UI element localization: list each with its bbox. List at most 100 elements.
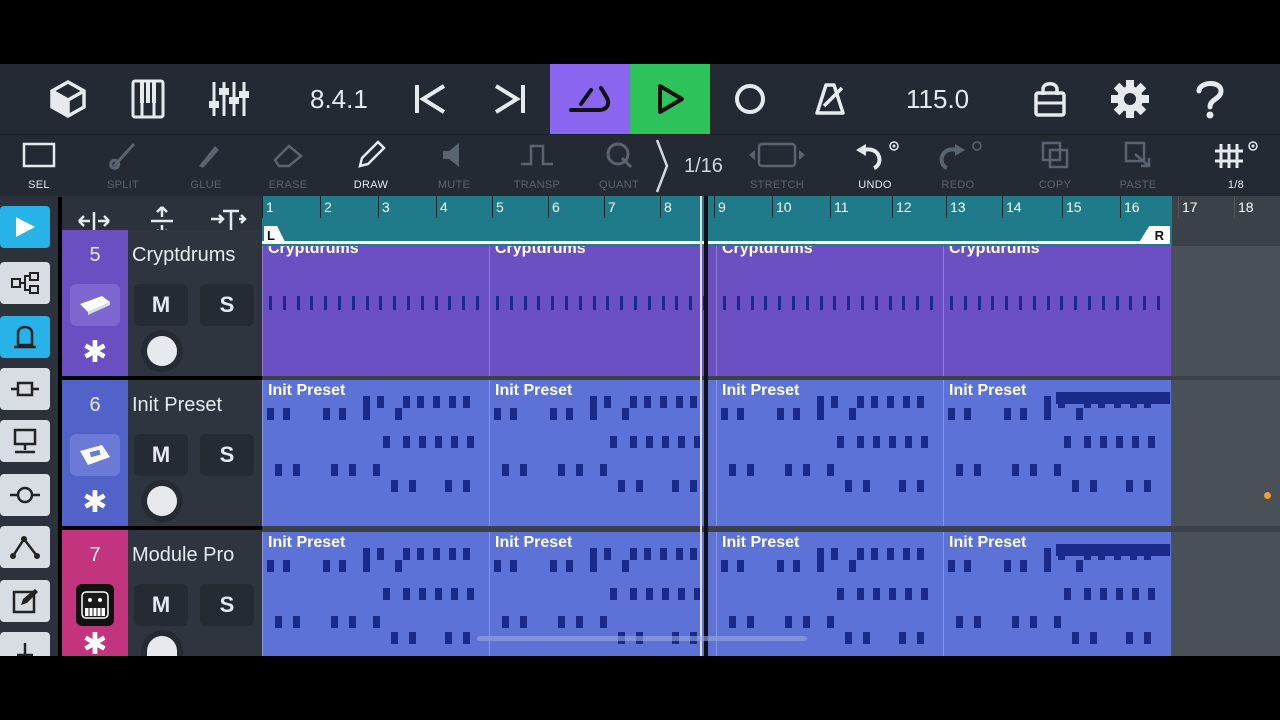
midi-note: [373, 616, 380, 628]
position-display[interactable]: 8.4.1: [310, 64, 368, 134]
skip-back-icon[interactable]: [390, 64, 470, 134]
midi-clip[interactable]: Cryptdrums: [943, 246, 1171, 376]
draw-tool[interactable]: DRAW: [331, 135, 411, 197]
empty-lane-area[interactable]: [1170, 380, 1280, 526]
midi-note: [647, 296, 651, 310]
play-icon[interactable]: [630, 64, 710, 134]
tempo-display[interactable]: 115.0: [906, 64, 969, 134]
solo-button[interactable]: S: [200, 584, 254, 626]
quantize-tool[interactable]: QUANT: [579, 135, 659, 197]
midi-clip[interactable]: Init Preset: [943, 532, 1171, 656]
clip-title: Cryptdrums: [722, 246, 813, 257]
paste-tool[interactable]: PASTE: [1098, 135, 1178, 197]
loop-range[interactable]: [262, 241, 1170, 244]
playhead[interactable]: [704, 196, 708, 656]
midi-clip[interactable]: Cryptdrums: [489, 246, 717, 376]
midi-note: [845, 480, 852, 492]
track-name[interactable]: Init Preset: [132, 380, 222, 430]
gear-icon[interactable]: [1090, 64, 1170, 134]
track-lane[interactable]: Init Preset Init Preset Init Preset Init Pr…: [262, 380, 1280, 526]
solo-button[interactable]: S: [200, 284, 254, 326]
track-header-7[interactable]: 7 Module Pro ✱ M S: [62, 530, 262, 656]
edit-icon[interactable]: [0, 580, 50, 622]
empty-lane-area[interactable]: [1170, 532, 1280, 656]
metronome-icon[interactable]: [790, 64, 870, 134]
erase-tool[interactable]: ERASE: [248, 135, 328, 197]
stretch-tool-label: STRETCH: [749, 179, 805, 191]
midi-clip[interactable]: Cryptdrums: [716, 246, 944, 376]
fx-asterisk-icon[interactable]: ✱: [70, 632, 120, 656]
track-name[interactable]: Module Pro: [132, 530, 234, 580]
undo-tool[interactable]: UNDO: [835, 135, 915, 197]
record-arm-button[interactable]: [147, 486, 177, 516]
midi-note: [323, 408, 330, 420]
bar-number: 16: [1120, 196, 1140, 218]
midi-clip[interactable]: Init Preset: [716, 380, 944, 526]
track-name[interactable]: Cryptdrums: [132, 230, 235, 280]
midi-note: [662, 588, 669, 600]
record-arm-button[interactable]: [147, 636, 177, 656]
track-header-6[interactable]: 6 Init Preset ✱ M S: [62, 380, 262, 526]
arrange-area[interactable]: 1 2 3 4 5 6 7 8 9 10 11 12 13 14 15 16 17 18 L R Cryptdr…: [262, 196, 1280, 656]
record-icon[interactable]: [710, 64, 790, 134]
track-header-5[interactable]: 5 Cryptdrums ✱ M S: [62, 230, 262, 376]
fader-icon[interactable]: [0, 474, 50, 516]
midi-note: [1132, 588, 1139, 600]
track-lane[interactable]: Cryptdrums Cryptdrums Cryptdrums Cryptdrums: [262, 246, 1280, 376]
redo-tool[interactable]: REDO: [918, 135, 998, 197]
solo-button[interactable]: S: [200, 434, 254, 476]
letterbox-bottom: [0, 656, 1280, 720]
skip-forward-icon[interactable]: [470, 64, 550, 134]
midi-clip[interactable]: Init Preset: [943, 380, 1171, 526]
midi-note: [565, 296, 568, 310]
quantize-value[interactable]: 1/16: [684, 135, 723, 197]
stretch-icon: [747, 135, 807, 175]
select-tool[interactable]: SEL: [0, 135, 79, 197]
midi-note: [509, 296, 513, 310]
midi-clip[interactable]: Init Preset: [262, 380, 490, 526]
automation-point[interactable]: [1264, 492, 1271, 499]
speaker-icon: [439, 135, 469, 175]
midi-note: [383, 588, 390, 600]
module-synth-icon[interactable]: [76, 584, 114, 626]
bar-number: 15: [1062, 196, 1082, 218]
chevron-right-icon[interactable]: [652, 135, 672, 197]
timeline-ruler[interactable]: 1 2 3 4 5 6 7 8 9 10 11 12 13 14 15 16: [262, 196, 1280, 246]
insert-icon[interactable]: [0, 368, 50, 410]
grid-tool[interactable]: 1/8: [1196, 135, 1276, 197]
record-arm-button[interactable]: [147, 336, 177, 366]
split-tool[interactable]: SPLIT: [83, 135, 163, 197]
bell-icon[interactable]: [0, 316, 50, 358]
fx-asterisk-icon[interactable]: ✱: [70, 482, 120, 522]
copy-tool[interactable]: COPY: [1015, 135, 1095, 197]
midi-note: [576, 616, 583, 628]
transpose-tool[interactable]: TRANSP: [497, 135, 577, 197]
monitor-icon[interactable]: [0, 420, 50, 462]
automation-icon[interactable]: [0, 526, 50, 568]
synth-icon[interactable]: [70, 434, 120, 476]
mute-button[interactable]: M: [134, 284, 188, 326]
midi-note: [777, 408, 784, 420]
cube-icon[interactable]: [28, 64, 108, 134]
midi-note: [363, 396, 370, 408]
cycle-icon[interactable]: [550, 64, 630, 134]
routing-icon[interactable]: [0, 262, 50, 304]
midi-clip[interactable]: Cryptdrums: [262, 246, 490, 376]
mute-button[interactable]: M: [134, 584, 188, 626]
horizontal-scrollbar[interactable]: [477, 636, 807, 641]
mixer-icon[interactable]: [188, 64, 268, 134]
drum-pad-icon[interactable]: [70, 284, 120, 326]
midi-clip[interactable]: Init Preset: [489, 380, 717, 526]
mute-tool[interactable]: MUTE: [414, 135, 494, 197]
fx-asterisk-icon[interactable]: ✱: [70, 332, 120, 372]
glue-tool[interactable]: GLUE: [166, 135, 246, 197]
help-icon[interactable]: [1170, 64, 1250, 134]
play-mode-icon[interactable]: [0, 206, 50, 248]
midi-clip[interactable]: Init Preset: [262, 532, 490, 656]
keyboard-icon[interactable]: [108, 64, 188, 134]
empty-lane-area[interactable]: [1170, 246, 1280, 376]
midi-note: [917, 396, 924, 408]
shop-icon[interactable]: [1010, 64, 1090, 134]
stretch-tool[interactable]: STRETCH: [737, 135, 817, 197]
mute-button[interactable]: M: [134, 434, 188, 476]
